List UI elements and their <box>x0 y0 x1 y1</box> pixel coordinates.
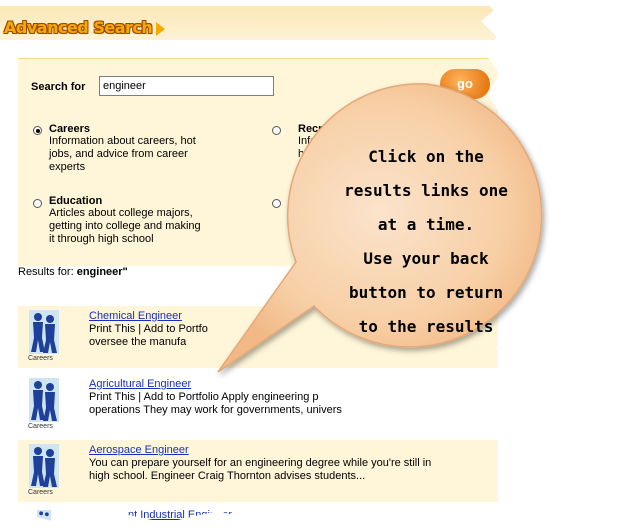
option-desc: it through high school <box>49 233 154 245</box>
thumb-label: Careers <box>28 423 53 430</box>
header-bar: Advanced Search <box>0 6 500 40</box>
radio-education[interactable] <box>33 199 42 208</box>
option-desc: Articles about college majors, <box>49 207 193 219</box>
thumb-label: Careers <box>28 489 53 496</box>
option-desc: experts <box>49 161 86 173</box>
search-label: Search for <box>31 81 86 93</box>
career-figures-icon <box>36 510 52 524</box>
result-desc: Print This | Add to Portfolio Apply engi… <box>89 391 489 417</box>
career-figures-icon <box>29 444 59 488</box>
go-button[interactable]: go <box>440 69 490 99</box>
result-desc-line: Print This | Add to Portfo <box>89 323 208 335</box>
result-desc-line: high school. Engineer Craig Thornton adv… <box>89 470 366 482</box>
option-title: Education <box>49 195 103 207</box>
result-link[interactable]: Aerospace Engineer <box>89 444 189 456</box>
radio-option-4[interactable] <box>272 199 281 208</box>
results-prefix: Results for: <box>18 266 74 278</box>
career-figures-icon <box>29 378 59 422</box>
results-header: Results for: engineer" <box>18 266 128 278</box>
option-desc: getting into college and making <box>49 220 201 232</box>
result-item: Careers Chemical Engineer Print This | A… <box>18 306 498 368</box>
radio-careers[interactable] <box>33 126 42 135</box>
radio-recreation[interactable] <box>272 126 281 135</box>
result-desc-line: oversee the manufa <box>89 336 187 348</box>
result-link[interactable]: nt Industrial Engineer <box>128 509 232 521</box>
results-term: engineer" <box>76 266 128 278</box>
result-desc-line: You can prepare yourself for an engineer… <box>89 457 432 469</box>
option-desc: jobs, and advice from career <box>49 148 188 160</box>
option-careers: Careers Information about careers, hot j… <box>49 123 229 174</box>
result-link[interactable]: Chemical Engineer <box>89 310 182 322</box>
result-desc-line: Print This | Add to Portfolio Apply engi… <box>89 391 319 403</box>
search-panel: Search for go Careers Information about … <box>18 58 498 266</box>
result-link[interactable]: Agricultural Engineer <box>89 378 191 390</box>
result-item: nt Industrial Engineer <box>18 506 498 524</box>
option-education: Education Articles about college majors,… <box>49 195 249 246</box>
option-recreation: Recre Infor ha <box>298 123 378 161</box>
page-sheet: Advanced Search Search for go Careers In… <box>0 0 513 524</box>
career-figures-icon <box>29 310 59 354</box>
title-arrow-icon <box>156 22 165 36</box>
result-desc: Print This | Add to Portfo oversee the m… <box>89 323 489 349</box>
option-desc: Information about careers, hot <box>49 135 196 147</box>
option-title: Careers <box>49 123 90 135</box>
thumb-label: Careers <box>28 355 53 362</box>
result-item: Careers Agricultural Engineer Print This… <box>18 374 498 436</box>
search-input[interactable] <box>99 76 274 96</box>
result-item: Careers Aerospace Engineer You can prepa… <box>18 440 498 502</box>
option-desc: Infor <box>298 135 321 147</box>
page-title: Advanced Search <box>4 18 153 37</box>
result-desc: You can prepare yourself for an engineer… <box>89 457 489 483</box>
option-desc: ha <box>298 148 311 160</box>
option-title: Recre <box>298 123 329 135</box>
result-desc-line: operations They may work for governments… <box>89 404 342 416</box>
